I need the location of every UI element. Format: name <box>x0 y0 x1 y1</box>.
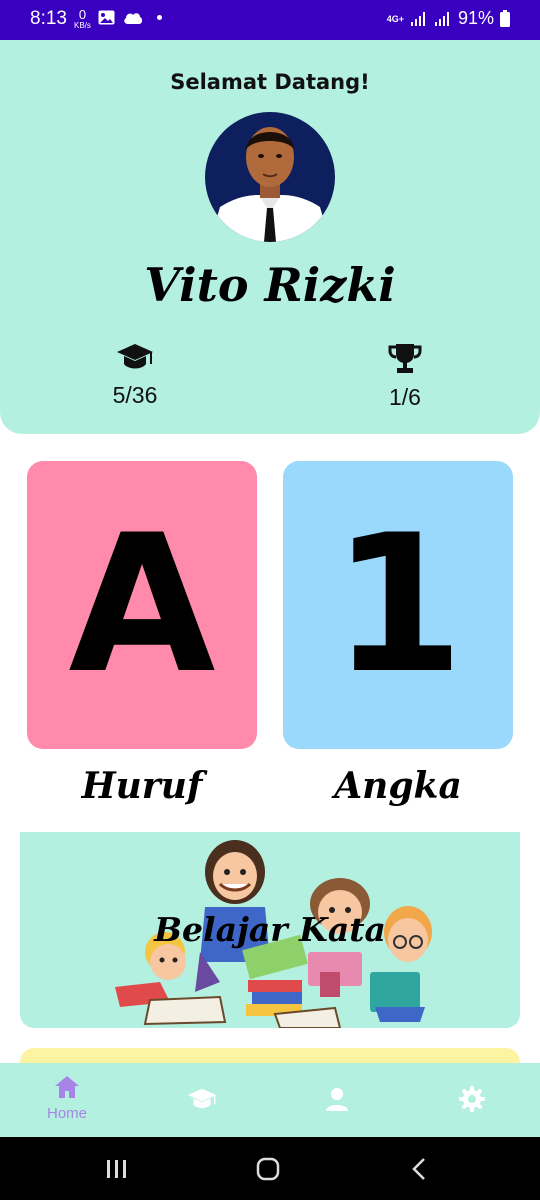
home-button-icon[interactable] <box>256 1157 280 1181</box>
person-icon <box>326 1088 348 1111</box>
system-nav-bar <box>0 1137 540 1200</box>
welcome-text: Selamat Datang! <box>170 70 370 94</box>
lessons-stat: 5/36 <box>75 342 195 409</box>
network-speed-unit: KB/s <box>74 21 91 30</box>
gallery-icon <box>98 10 115 25</box>
belajar-kata-title: Belajar Kata <box>154 910 386 949</box>
bottom-nav: Home <box>0 1063 540 1137</box>
status-bar: 8:13 0 KB/s 4G+ 91% <box>0 0 540 40</box>
network-speed: 0 KB/s <box>74 7 91 30</box>
lessons-progress: 5/36 <box>112 382 158 408</box>
battery-icon <box>500 10 510 27</box>
home-icon <box>55 1076 79 1098</box>
trophy-icon <box>388 344 422 373</box>
nav-profile[interactable] <box>297 1075 377 1115</box>
angka-label[interactable]: Angka <box>283 765 513 807</box>
nav-lessons[interactable] <box>162 1075 242 1115</box>
back-icon[interactable] <box>411 1157 427 1181</box>
user-name: Vito Rizki <box>144 258 396 312</box>
profile-header: Selamat Datang! Vito Rizki 5/36 1/6 <box>0 40 540 434</box>
network-type: 4G+ <box>386 13 404 24</box>
nav-home[interactable]: Home <box>27 1075 107 1122</box>
avatar[interactable] <box>205 112 335 242</box>
recent-apps-icon[interactable] <box>106 1159 128 1179</box>
angka-card[interactable]: 1 <box>283 461 513 749</box>
trophies-stat: 1/6 <box>345 342 465 411</box>
angka-glyph: 1 <box>331 494 465 715</box>
notification-dot-icon <box>157 15 162 20</box>
graduation-cap-icon <box>187 1088 217 1109</box>
belajar-kata-banner[interactable]: Belajar Kata <box>20 832 520 1028</box>
cloud-icon <box>124 12 143 24</box>
status-time: 8:13 <box>30 8 67 29</box>
nav-home-label: Home <box>46 1105 87 1122</box>
network-speed-value: 0 <box>78 7 87 22</box>
signal-icon-2 <box>434 11 449 26</box>
trophies-progress: 1/6 <box>389 384 421 410</box>
nav-settings[interactable] <box>432 1075 512 1116</box>
huruf-card[interactable]: A <box>27 461 257 749</box>
signal-icon <box>410 11 425 26</box>
battery-percent: 91% <box>457 8 494 28</box>
huruf-glyph: A <box>68 494 216 715</box>
graduation-cap-icon <box>117 344 153 369</box>
huruf-label[interactable]: Huruf <box>27 765 257 807</box>
gear-icon <box>459 1086 485 1112</box>
